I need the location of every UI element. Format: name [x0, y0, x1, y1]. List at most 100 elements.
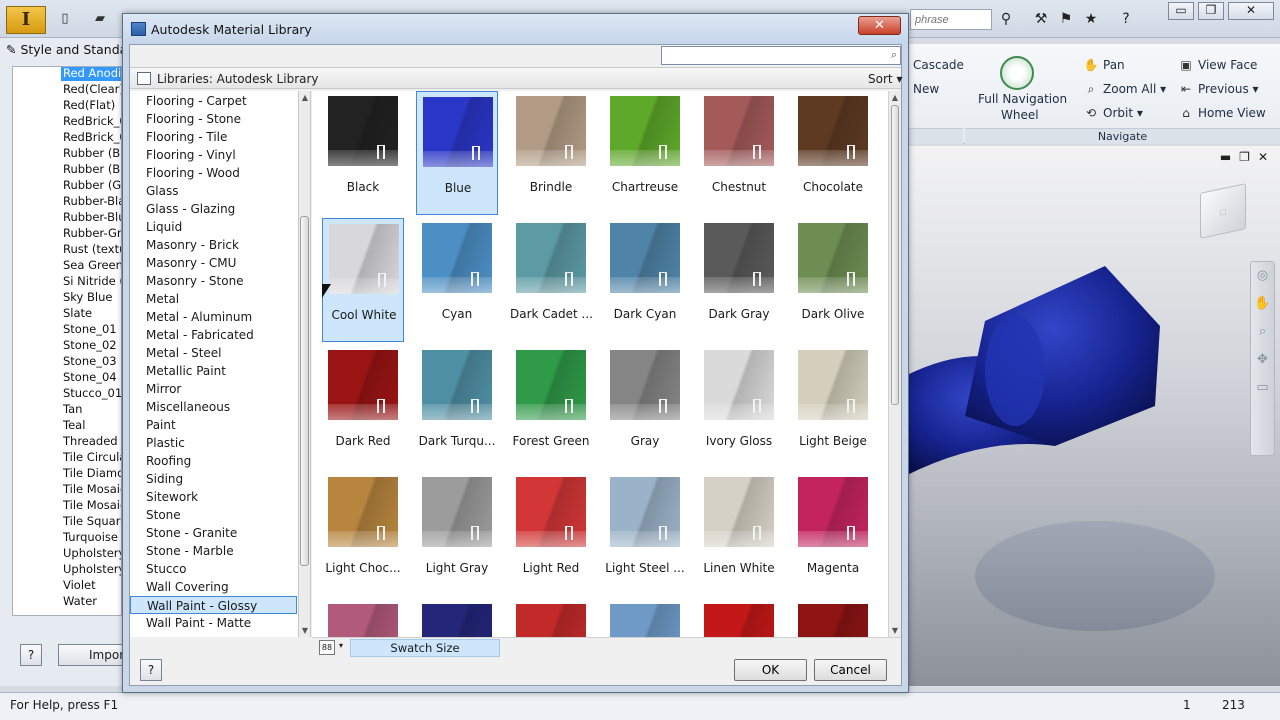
- category-item[interactable]: Masonry - Stone: [130, 272, 297, 290]
- category-item[interactable]: Wall Paint - Matte: [130, 614, 297, 632]
- app-close-button[interactable]: ✕: [1228, 2, 1274, 20]
- style-tree-item[interactable]: Rubber-Blac: [63, 193, 121, 209]
- material-swatch[interactable]: Dark Cyan: [604, 218, 686, 342]
- swatch-scroll-thumb[interactable]: [891, 105, 899, 405]
- style-tree-item[interactable]: Tile Diamon: [63, 465, 121, 481]
- new-window-button[interactable]: New: [913, 82, 939, 96]
- material-swatch[interactable]: Forest Green: [510, 345, 592, 469]
- category-item[interactable]: Metal - Steel: [130, 344, 297, 362]
- full-navigation-wheel-label[interactable]: Full Navigation: [978, 92, 1067, 106]
- material-swatch[interactable]: Brindle: [510, 91, 592, 215]
- style-tree-item[interactable]: Tile Circular: [63, 449, 121, 465]
- category-scroll-thumb[interactable]: [300, 216, 309, 566]
- style-tree-item[interactable]: Stone_02: [63, 337, 117, 353]
- style-tree-item[interactable]: Tile Square: [63, 513, 121, 529]
- category-item[interactable]: Liquid: [130, 218, 297, 236]
- pan-button[interactable]: ✋ Pan: [1083, 58, 1125, 72]
- category-item[interactable]: Flooring - Stone: [130, 110, 297, 128]
- category-item[interactable]: Paint: [130, 416, 297, 434]
- category-item[interactable]: Sitework: [130, 488, 297, 506]
- style-tree-item[interactable]: Stone_03: [63, 353, 117, 369]
- category-item[interactable]: Plastic: [130, 434, 297, 452]
- style-tree-item[interactable]: RedBrick_02: [63, 129, 121, 145]
- zoom-all-button[interactable]: ⌕ Zoom All ▾: [1083, 82, 1167, 97]
- category-item[interactable]: Flooring - Wood: [130, 164, 297, 182]
- style-tree-item[interactable]: Rubber-Blue: [63, 209, 121, 225]
- chevron-down-icon[interactable]: ▾: [339, 641, 343, 650]
- material-swatch[interactable]: Cyan: [416, 218, 498, 342]
- category-item[interactable]: Stone - Granite: [130, 524, 297, 542]
- style-tree-item[interactable]: Violet: [63, 577, 96, 593]
- style-tree-item[interactable]: Stone_01: [63, 321, 117, 337]
- style-tree-item[interactable]: Rust (textu: [63, 241, 121, 257]
- material-swatch[interactable]: [604, 599, 686, 637]
- category-item[interactable]: Miscellaneous: [130, 398, 297, 416]
- style-tree[interactable]: Red AnodizRed(Clear)Red(Flat)RedBrick_01…: [12, 66, 122, 616]
- category-item[interactable]: Glass - Glazing: [130, 200, 297, 218]
- library-search-input[interactable]: ⌕: [661, 46, 901, 65]
- material-swatch[interactable]: [416, 599, 498, 637]
- minimize-button[interactable]: ▭: [1168, 2, 1194, 20]
- category-item[interactable]: Stone - Marble: [130, 542, 297, 560]
- restore-button[interactable]: ❐: [1198, 2, 1224, 20]
- binoculars-icon[interactable]: ⚲: [995, 9, 1017, 29]
- open-folder-icon[interactable]: ▰: [90, 9, 110, 29]
- style-tree-item[interactable]: Sky Blue: [63, 289, 112, 305]
- new-file-icon[interactable]: ▯: [55, 9, 75, 29]
- sort-dropdown[interactable]: Sort ▾: [868, 72, 902, 86]
- application-menu-button[interactable]: I: [6, 6, 46, 34]
- style-tree-item[interactable]: Stucco_01: [63, 385, 121, 401]
- style-tree-item[interactable]: Rubber (Gre: [63, 177, 121, 193]
- style-tree-item[interactable]: Upholstery: [63, 561, 121, 577]
- category-item[interactable]: Roofing: [130, 452, 297, 470]
- material-swatch[interactable]: Linen White: [698, 472, 780, 596]
- style-tree-item[interactable]: Tan: [63, 401, 82, 417]
- scroll-down-arrow-icon[interactable]: ▼: [890, 626, 900, 635]
- material-swatch[interactable]: Chocolate: [792, 91, 874, 215]
- scroll-down-arrow-icon[interactable]: ▼: [300, 626, 310, 635]
- category-list[interactable]: Flooring - Carpet Flooring - Stone Floorin…: [130, 91, 299, 637]
- full-navigation-wheel-label-2[interactable]: Wheel: [1001, 108, 1039, 122]
- style-tree-item[interactable]: Rubber (Blu: [63, 161, 121, 177]
- help-icon[interactable]: ?: [1115, 9, 1137, 29]
- previous-view-button[interactable]: ⇤ Previous ▾: [1178, 82, 1259, 96]
- category-item[interactable]: Stone: [130, 506, 297, 524]
- material-swatch[interactable]: [792, 599, 874, 637]
- style-tree-item[interactable]: Stone_04: [63, 369, 117, 385]
- category-item[interactable]: Wall Paint - Glossy: [130, 596, 297, 614]
- style-tree-item[interactable]: Red Anodiz: [61, 67, 121, 81]
- dialog-close-button[interactable]: ✕: [858, 16, 901, 35]
- material-swatch[interactable]: Cool White: [322, 218, 404, 342]
- import-button[interactable]: Import: [58, 644, 125, 666]
- orbit-button[interactable]: ⟲ Orbit ▾: [1083, 106, 1143, 120]
- category-item[interactable]: Flooring - Carpet: [130, 92, 297, 110]
- style-help-button[interactable]: ?: [20, 644, 42, 666]
- category-item[interactable]: Masonry - CMU: [130, 254, 297, 272]
- material-swatch[interactable]: Chartreuse: [604, 91, 686, 215]
- category-item[interactable]: Wall Covering: [130, 578, 297, 596]
- material-swatch[interactable]: Black: [322, 91, 404, 215]
- style-tree-item[interactable]: Turquoise: [63, 529, 118, 545]
- category-item[interactable]: Mirror: [130, 380, 297, 398]
- scroll-up-arrow-icon[interactable]: ▲: [300, 93, 310, 102]
- category-scrollbar[interactable]: ▲ ▼: [299, 91, 311, 637]
- category-item[interactable]: Masonry - Brick: [130, 236, 297, 254]
- material-swatch[interactable]: Dark Red: [322, 345, 404, 469]
- material-swatch[interactable]: Gray: [604, 345, 686, 469]
- model-part[interactable]: [905, 146, 1280, 686]
- home-view-button[interactable]: ⌂ Home View: [1178, 106, 1266, 120]
- material-swatch[interactable]: [698, 599, 780, 637]
- style-tree-item[interactable]: Red(Clear): [63, 81, 121, 97]
- favorites-star-icon[interactable]: ★: [1080, 9, 1102, 29]
- navigation-wheel-icon[interactable]: [1000, 56, 1034, 90]
- style-tree-item[interactable]: Tile Mosaic: [63, 497, 121, 513]
- style-tree-item[interactable]: Teal: [63, 417, 85, 433]
- dialog-help-button[interactable]: ?: [140, 659, 162, 681]
- style-tree-item[interactable]: Slate: [63, 305, 92, 321]
- swatch-size-slider[interactable]: Swatch Size: [350, 639, 500, 657]
- communication-center-icon[interactable]: ⚑: [1055, 9, 1077, 29]
- material-swatch[interactable]: Ivory Gloss: [698, 345, 780, 469]
- category-item[interactable]: Metal: [130, 290, 297, 308]
- material-swatch[interactable]: Light Beige: [792, 345, 874, 469]
- category-item[interactable]: Stucco: [130, 560, 297, 578]
